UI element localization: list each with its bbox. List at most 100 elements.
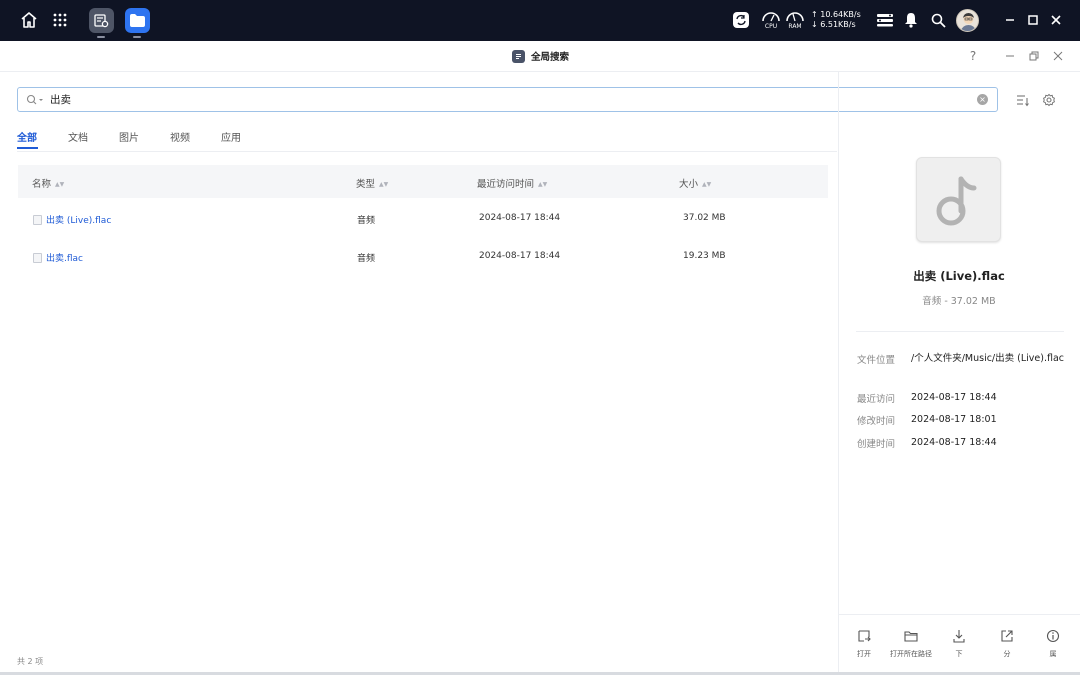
settings-gear-icon[interactable] (1041, 92, 1057, 108)
cpu-label: CPU (764, 23, 778, 30)
column-name-label: 名称 (32, 179, 52, 190)
active-tab-indicator (17, 147, 38, 149)
tab-all[interactable]: 全部 (17, 129, 37, 144)
tabs-divider (17, 151, 837, 152)
tab-apps[interactable]: 应用 (221, 129, 241, 144)
app-grid-icon[interactable] (48, 8, 72, 32)
file-name-rest: (Live).flac (64, 216, 112, 226)
minimize-icon[interactable] (998, 8, 1022, 32)
share-icon (985, 628, 1029, 644)
file-preview-thumbnail (916, 157, 1001, 242)
accessed-value: 2024-08-17 18:44 (911, 392, 997, 403)
location-value[interactable]: /个人文件夹/Music/出卖 (Live).flac (911, 350, 1071, 367)
column-size-label: 大小 (679, 179, 699, 190)
running-indicator (133, 36, 141, 38)
column-header-time[interactable]: 最近访问时间 ▲▼ (477, 176, 547, 190)
file-name-highlight: 出卖 (46, 216, 65, 226)
tab-videos[interactable]: 视频 (170, 129, 190, 144)
modified-label: 修改时间 (857, 416, 896, 427)
tab-images[interactable]: 图片 (119, 129, 139, 144)
help-button[interactable]: ? (966, 49, 980, 63)
search-box[interactable]: × (17, 87, 998, 112)
file-type: 音频 (357, 216, 376, 226)
file-type: 音频 (357, 254, 376, 264)
upload-speed: ↑ 10.64KB/s (811, 10, 861, 19)
download-button[interactable]: 下 (937, 628, 981, 659)
open-icon (842, 628, 886, 644)
home-icon[interactable] (17, 8, 41, 32)
panel-divider (838, 72, 839, 675)
clear-search-icon[interactable]: × (977, 94, 988, 105)
share-button[interactable]: 分 (985, 628, 1029, 659)
search-scope-icon[interactable] (26, 93, 44, 107)
sort-icon: ▲▼ (379, 181, 389, 188)
sort-icon: ▲▼ (702, 181, 712, 188)
column-type-label: 类型 (356, 179, 376, 190)
sort-list-icon[interactable] (1014, 92, 1030, 108)
table-row[interactable]: 出卖 (Live).flac 音频 2024-08-17 18:44 37.02… (18, 201, 828, 238)
cpu-gauge[interactable]: CPU (761, 10, 781, 32)
actions-divider (839, 614, 1080, 615)
search-icon[interactable] (926, 8, 950, 32)
folder-icon (889, 628, 933, 644)
window-title-bar: 全局搜索 ? (0, 41, 1080, 72)
open-label: 打开 (857, 650, 871, 658)
window-title-group: 全局搜索 (512, 49, 569, 63)
window-close-button[interactable] (1051, 49, 1065, 63)
window-restore-button[interactable] (1027, 49, 1041, 63)
audio-file-icon (33, 214, 42, 225)
table-header: 名称 ▲▼ 类型 ▲▼ 最近访问时间 ▲▼ 大小 ▲▼ (18, 165, 828, 198)
file-name-rest: .flac (64, 254, 84, 264)
info-icon (1031, 628, 1075, 644)
audio-file-icon (33, 252, 42, 263)
file-manager-app-icon[interactable] (125, 8, 150, 33)
sync-icon[interactable] (729, 8, 753, 32)
info-button[interactable]: 属 (1031, 628, 1075, 659)
file-name[interactable]: 出卖 (Live).flac (33, 213, 111, 226)
info-label: 属 (1049, 650, 1057, 658)
file-name-highlight: 出卖 (46, 254, 65, 264)
task-list-icon[interactable] (873, 8, 897, 32)
file-name[interactable]: 出卖.flac (33, 251, 83, 264)
detail-file-meta: 音频 - 37.02 MB (922, 296, 996, 307)
sort-icon: ▲▼ (55, 181, 65, 188)
location-label: 文件位置 (857, 355, 896, 366)
detail-divider (856, 331, 1064, 332)
window-title: 全局搜索 (531, 52, 570, 63)
file-access-time: 2024-08-17 18:44 (479, 213, 561, 223)
sort-icon: ▲▼ (538, 181, 548, 188)
result-count: 共 2 项 (17, 657, 44, 666)
download-label: 下 (955, 650, 963, 658)
ram-gauge[interactable]: RAM (785, 10, 805, 32)
column-header-size[interactable]: 大小 ▲▼ (679, 176, 711, 190)
search-input[interactable] (50, 91, 950, 108)
window-minimize-button[interactable] (1003, 49, 1017, 63)
global-search-icon (512, 49, 525, 63)
file-access-time: 2024-08-17 18:44 (479, 251, 561, 261)
ram-label: RAM (788, 23, 802, 30)
music-note-icon (936, 176, 976, 225)
running-indicator (97, 36, 105, 38)
created-label: 创建时间 (857, 439, 896, 450)
open-button[interactable]: 打开 (842, 628, 886, 659)
table-row[interactable]: 出卖.flac 音频 2024-08-17 18:44 19.23 MB (18, 239, 828, 276)
download-icon (937, 628, 981, 644)
column-header-name[interactable]: 名称 ▲▼ (32, 176, 64, 190)
detail-file-name: 出卖 (Live).flac (913, 269, 1005, 283)
modified-value: 2024-08-17 18:01 (911, 414, 997, 425)
tab-documents[interactable]: 文档 (68, 129, 88, 144)
global-search-app-icon[interactable] (89, 8, 114, 33)
created-value: 2024-08-17 18:44 (911, 437, 997, 448)
column-header-type[interactable]: 类型 ▲▼ (356, 176, 388, 190)
download-speed: ↓ 6.51KB/s (811, 20, 856, 29)
close-icon[interactable] (1044, 8, 1068, 32)
user-avatar[interactable] (956, 9, 979, 32)
network-speed: ↑ 10.64KB/s ↓ 6.51KB/s (811, 10, 861, 30)
system-taskbar: CPU RAM ↑ 10.64KB/s ↓ 6.51KB/s (0, 0, 1080, 41)
column-time-label: 最近访问时间 (477, 179, 535, 190)
open-location-button[interactable]: 打开所在路径 (889, 628, 933, 659)
maximize-icon[interactable] (1021, 8, 1045, 32)
file-size: 37.02 MB (683, 213, 726, 223)
open-location-label: 打开所在路径 (890, 650, 932, 658)
bell-icon[interactable] (899, 8, 923, 32)
